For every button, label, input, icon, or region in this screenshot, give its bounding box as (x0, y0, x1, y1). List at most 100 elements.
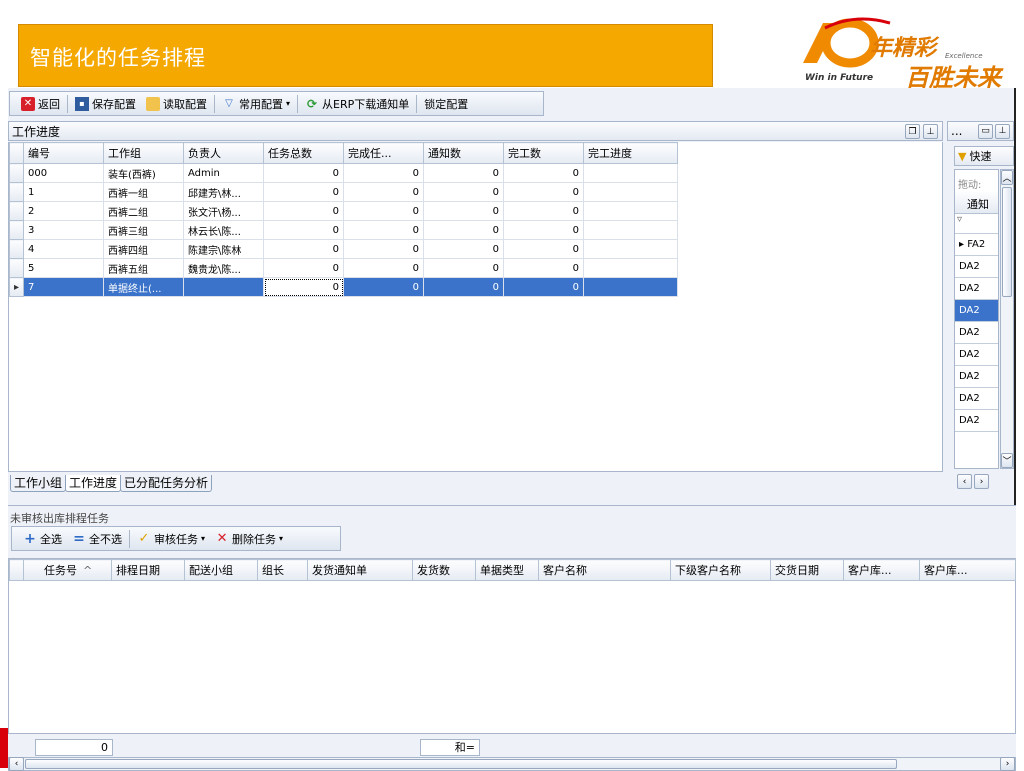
column-header[interactable]: 负责人 (183, 142, 264, 164)
table-cell[interactable]: 0 (263, 201, 344, 221)
table-cell[interactable]: 0 (343, 201, 424, 221)
table-cell[interactable]: 0 (263, 182, 344, 202)
read-config-button[interactable]: 读取配置 (141, 94, 212, 114)
table-row[interactable]: 5 西裤五组 魏贵龙\陈... 0 0 0 0 (9, 258, 678, 278)
row-indicator[interactable] (9, 182, 24, 202)
column-header[interactable]: 任务号 ^ (23, 559, 112, 581)
column-header[interactable]: 配送小组 (184, 559, 258, 581)
table-cell[interactable] (583, 163, 678, 183)
table-cell[interactable]: 0 (423, 163, 504, 183)
column-header[interactable]: 完成任... (343, 142, 424, 164)
table-cell[interactable]: 0 (263, 220, 344, 240)
list-item[interactable]: ▸ FA2 (955, 234, 998, 256)
table-cell[interactable]: 0 (503, 239, 584, 259)
list-item[interactable]: DA2 (955, 366, 998, 388)
table-cell[interactable] (583, 201, 678, 221)
column-header[interactable]: 编号 (23, 142, 104, 164)
scroll-up-button[interactable]: ︿ (1001, 170, 1013, 185)
quick-filter-button[interactable]: ▼ 快速 (954, 146, 1014, 166)
table-cell[interactable]: 0 (263, 277, 344, 297)
table-cell[interactable]: 0 (343, 163, 424, 183)
row-indicator[interactable] (9, 258, 24, 278)
table-cell[interactable]: 0 (263, 239, 344, 259)
table-cell[interactable] (183, 277, 264, 297)
table-row[interactable]: 2 西裤二组 张文汗\杨... 0 0 0 0 (9, 201, 678, 221)
table-cell[interactable] (583, 258, 678, 278)
table-cell[interactable]: 0 (423, 239, 504, 259)
table-cell[interactable]: 0 (423, 277, 504, 297)
scroll-down-button[interactable]: ﹀ (1001, 453, 1013, 468)
table-row[interactable]: 1 西裤一组 邱建芳\林... 0 0 0 0 (9, 182, 678, 202)
row-indicator[interactable] (9, 220, 24, 240)
table-cell[interactable]: 3 (23, 220, 104, 240)
common-config-dropdown[interactable]: ▽ 常用配置 ▾ (217, 94, 295, 114)
row-indicator[interactable] (9, 163, 24, 183)
table-cell[interactable]: 张文汗\杨... (183, 201, 264, 221)
list-item[interactable]: DA2 (955, 278, 998, 300)
table-cell[interactable]: 0 (423, 220, 504, 240)
table-cell[interactable]: 西裤五组 (103, 258, 184, 278)
column-header[interactable]: 交货日期 (770, 559, 844, 581)
table-cell[interactable]: 2 (23, 201, 104, 221)
table-cell[interactable]: 0 (343, 239, 424, 259)
list-item[interactable]: DA2 (955, 410, 998, 432)
scroll-right-button[interactable]: › (1000, 757, 1015, 771)
scroll-right-button[interactable]: › (974, 474, 989, 489)
column-header[interactable]: 通知数 (423, 142, 504, 164)
table-cell[interactable]: 西裤四组 (103, 239, 184, 259)
table-cell[interactable]: Admin (183, 163, 264, 183)
table-row[interactable]: 3 西裤三组 林云长\陈... 0 0 0 0 (9, 220, 678, 240)
scroll-left-button[interactable]: ‹ (9, 757, 24, 771)
side-vertical-scrollbar[interactable]: ︿ ﹀ (1000, 169, 1014, 469)
tab-assigned-analysis[interactable]: 已分配任务分析 (120, 475, 213, 492)
list-item[interactable]: DA2 (955, 322, 998, 344)
row-indicator[interactable]: ▸ (9, 277, 24, 297)
list-item[interactable]: DA2 (955, 300, 998, 322)
table-cell[interactable]: 0 (263, 258, 344, 278)
table-cell[interactable]: 0 (423, 201, 504, 221)
deselect-all-button[interactable]: = 全不选 (67, 529, 127, 549)
column-header[interactable]: 单据类型 (475, 559, 539, 581)
column-header[interactable]: 排程日期 (111, 559, 185, 581)
table-cell[interactable]: 0 (343, 258, 424, 278)
table-cell[interactable]: 000 (23, 163, 104, 183)
column-header[interactable]: 通知 (955, 192, 998, 214)
table-cell[interactable]: 0 (343, 182, 424, 202)
table-cell[interactable]: 1 (23, 182, 104, 202)
table-row[interactable]: 4 西裤四组 陈建宗\陈林 0 0 0 0 (9, 239, 678, 259)
table-cell[interactable]: 0 (503, 201, 584, 221)
table-cell[interactable]: 0 (503, 220, 584, 240)
row-indicator[interactable] (9, 239, 24, 259)
select-all-button[interactable]: + 全选 (18, 529, 67, 549)
table-cell[interactable]: 0 (343, 277, 424, 297)
table-cell[interactable]: 魏贵龙\陈... (183, 258, 264, 278)
table-cell[interactable]: 0 (343, 220, 424, 240)
pin-icon[interactable]: ⊥ (995, 123, 1010, 139)
table-cell[interactable]: 0 (503, 163, 584, 183)
table-cell[interactable]: 0 (503, 258, 584, 278)
column-header[interactable]: 发货数 (412, 559, 476, 581)
tab-work-groups[interactable]: 工作小组 (10, 475, 67, 492)
list-item[interactable]: DA2 (955, 256, 998, 278)
lock-config-button[interactable]: 锁定配置 (419, 94, 473, 114)
table-cell[interactable]: 西裤一组 (103, 182, 184, 202)
column-header[interactable]: 下级客户名称 (670, 559, 771, 581)
back-button[interactable]: ✕ 返回 (16, 94, 65, 114)
table-cell[interactable] (583, 220, 678, 240)
scroll-left-button[interactable]: ‹ (957, 474, 972, 489)
table-cell[interactable]: 0 (423, 182, 504, 202)
approve-task-dropdown[interactable]: ✓ 审核任务 ▾ (132, 529, 210, 549)
column-header[interactable]: 工作组 (103, 142, 184, 164)
column-header[interactable]: 任务总数 (263, 142, 344, 164)
horizontal-scrollbar[interactable]: ‹ › (8, 757, 1016, 771)
table-cell[interactable] (583, 239, 678, 259)
column-header[interactable]: 客户名称 (538, 559, 671, 581)
table-cell[interactable]: 林云长\陈... (183, 220, 264, 240)
row-indicator[interactable] (9, 201, 24, 221)
tab-work-progress[interactable]: 工作进度 (65, 475, 122, 492)
table-cell[interactable]: 陈建宗\陈林 (183, 239, 264, 259)
list-item[interactable]: DA2 (955, 388, 998, 410)
pin-icon[interactable]: ⊥ (923, 124, 938, 139)
table-cell[interactable]: 7 (23, 277, 104, 297)
column-header[interactable]: 完工数 (503, 142, 584, 164)
